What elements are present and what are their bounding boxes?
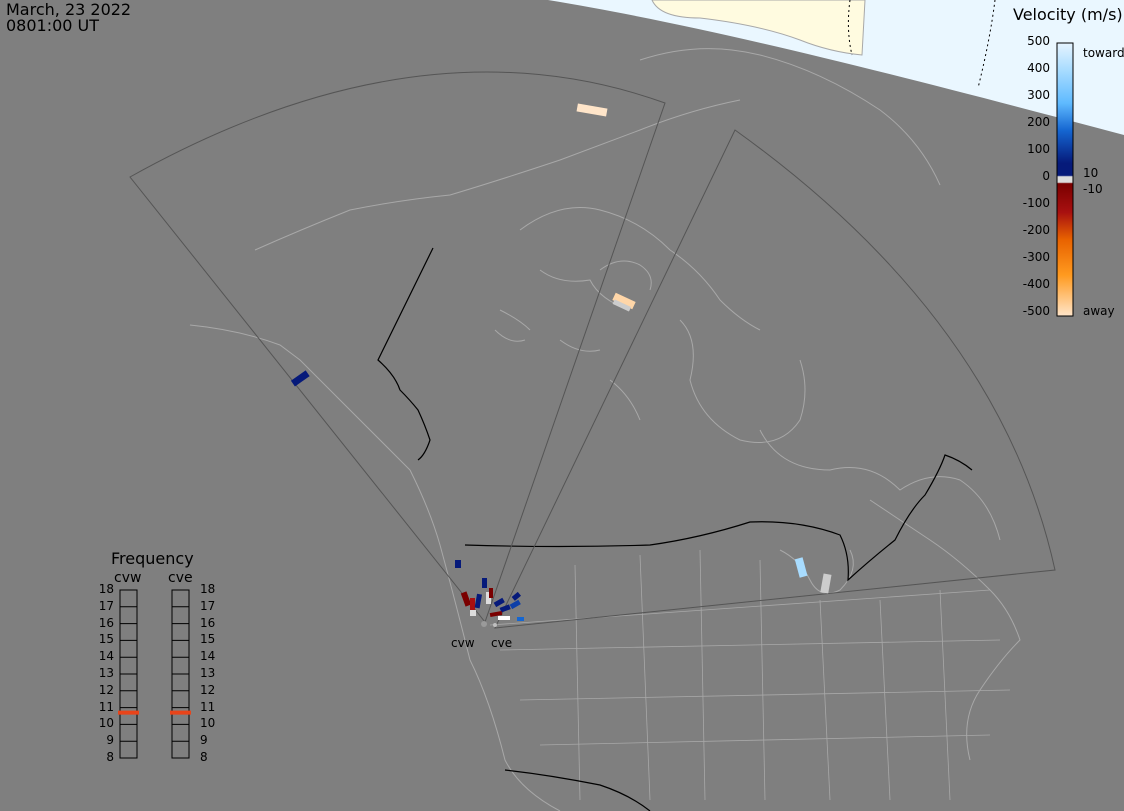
velocity-colorbar	[1056, 42, 1074, 317]
velocity-vectors	[290, 103, 832, 627]
vector-cell	[455, 560, 461, 568]
frequency-tick: 17	[200, 598, 216, 613]
colorbar-tick: -200	[1022, 223, 1050, 237]
frequency-tick: 18	[200, 582, 216, 596]
vector-cell	[794, 557, 808, 578]
vector-cell	[290, 370, 310, 387]
frequency-tick: 13	[98, 666, 114, 680]
colorbar-tick: -100	[1022, 196, 1050, 210]
vector-cell	[482, 578, 487, 588]
vector-cell	[576, 103, 608, 117]
vector-cell	[470, 598, 475, 610]
frequency-tick: 11	[98, 699, 114, 714]
colorbar-tick: 500	[1027, 34, 1050, 48]
frequency-tick: 17	[98, 598, 114, 613]
greenland-land	[651, 0, 866, 56]
frequency-tick: 12	[98, 682, 114, 697]
colorbar-tick: 100	[1027, 142, 1050, 156]
frequency-tick: 15	[200, 632, 216, 647]
vector-cell	[820, 573, 832, 594]
away-label: away	[1083, 304, 1115, 318]
vector-cell	[470, 610, 476, 616]
frequency-tick: 13	[200, 666, 216, 680]
frequency-tick: 15	[98, 632, 114, 647]
colorbar-tick: -300	[1022, 250, 1050, 264]
site-label-cvw: cvw	[451, 636, 475, 650]
vector-cell	[489, 588, 493, 598]
frequency-tick: 9	[200, 733, 208, 748]
velocity-legend-title: Velocity (m/s)	[1013, 5, 1123, 24]
frequency-tick: 9	[106, 733, 114, 748]
colorbar-tick: -500	[1022, 304, 1050, 318]
frequency-tick: 18	[98, 582, 114, 596]
frequency-marker	[170, 710, 191, 715]
frequency-tick: 8	[106, 750, 114, 764]
vector-cell	[509, 599, 521, 610]
site-label-cve: cve	[491, 636, 513, 650]
radar-site	[481, 621, 487, 627]
colorbar-tick: -400	[1022, 277, 1050, 291]
vector-cell	[511, 591, 521, 601]
frequency-tick: 14	[200, 649, 216, 664]
vector-cell	[474, 593, 482, 609]
frequency-tick: 10	[200, 716, 216, 731]
state-boundaries	[489, 549, 1011, 801]
vector-cell	[493, 597, 505, 608]
colorbar-tick: 300	[1027, 88, 1050, 102]
radar-fov	[129, 71, 1056, 629]
international-border	[377, 247, 973, 811]
frequency-tick: 16	[98, 615, 114, 630]
frequency-tick: 8	[200, 750, 208, 764]
colorbar-tick: 200	[1027, 115, 1050, 129]
vector-cell	[517, 617, 524, 621]
radar-site	[493, 623, 497, 627]
colorbar-tick: 400	[1027, 61, 1050, 75]
vector-cell	[460, 591, 472, 607]
toward-label: toward	[1083, 46, 1124, 60]
frequency-tick: 11	[200, 699, 216, 714]
frequency-tick: 12	[200, 682, 216, 697]
threshold-positive-label: 10	[1083, 166, 1099, 180]
frequency-tick: 10	[98, 716, 114, 731]
vector-cell	[498, 616, 510, 620]
threshold-negative-label: -10	[1083, 182, 1103, 196]
colorbar-tick: 0	[1042, 169, 1050, 183]
coastlines	[189, 48, 1021, 811]
frequency-tick: 14	[98, 649, 114, 664]
frequency-marker	[118, 710, 139, 715]
frequency-tick: 16	[200, 615, 216, 630]
cve-fov	[494, 129, 1056, 629]
